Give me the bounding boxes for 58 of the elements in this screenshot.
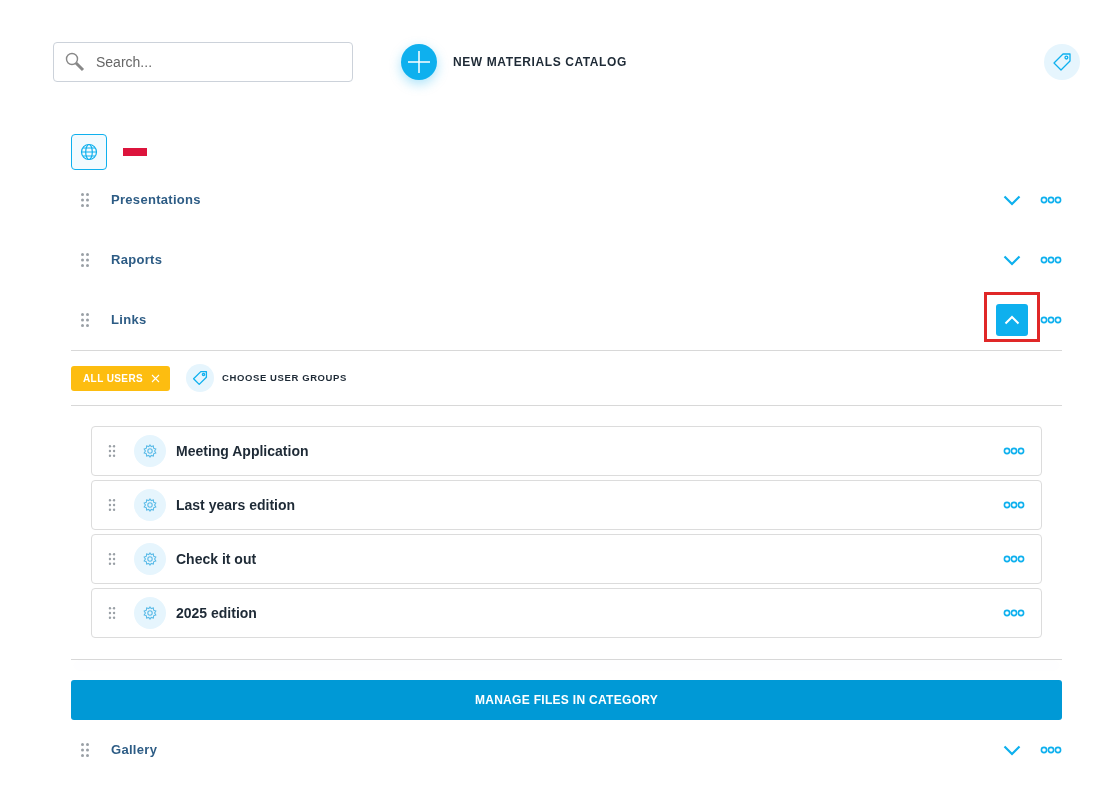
drag-handle-icon[interactable]: [81, 743, 89, 757]
more-options-button[interactable]: [1003, 501, 1025, 509]
choose-groups-button[interactable]: [186, 364, 215, 392]
language-button[interactable]: [71, 134, 107, 170]
ellipsis-icon: [1003, 555, 1025, 563]
link-item[interactable]: Meeting Application: [91, 426, 1042, 476]
new-catalog-link[interactable]: NEW MATERIALS CATALOG: [453, 53, 627, 71]
gear-glyph-icon: [143, 498, 157, 512]
globe-icon: [80, 143, 98, 161]
link-title: Check it out: [176, 549, 257, 569]
tag-icon: [1052, 52, 1072, 72]
gear-glyph-icon: [143, 606, 157, 620]
ellipsis-icon: [1003, 609, 1025, 617]
drag-handle-icon[interactable]: [108, 499, 116, 511]
link-item[interactable]: Check it out: [91, 534, 1042, 584]
chevron-down-icon: [1003, 194, 1021, 206]
drag-handle-icon[interactable]: [108, 607, 116, 619]
link-title: 2025 edition: [176, 603, 257, 623]
category-name: Raports: [111, 251, 163, 270]
tags-button[interactable]: [1044, 44, 1080, 80]
gear-glyph-icon: [143, 552, 157, 566]
more-options-button[interactable]: [1040, 196, 1062, 204]
choose-groups-link[interactable]: CHOOSE USER GROUPS: [222, 370, 347, 386]
more-options-button[interactable]: [1040, 746, 1062, 754]
more-options-button[interactable]: [1040, 316, 1062, 324]
link-title: Last years edition: [176, 495, 296, 515]
link-title: Meeting Application: [176, 441, 309, 461]
link-item[interactable]: 2025 edition: [91, 588, 1042, 638]
drag-handle-icon[interactable]: [81, 313, 89, 327]
chevron-down-icon: [1003, 744, 1021, 756]
plus-icon: [407, 50, 431, 74]
drag-handle-icon[interactable]: [108, 445, 116, 457]
category-name: Presentations: [111, 191, 201, 210]
more-options-button[interactable]: [1040, 256, 1062, 264]
ellipsis-icon: [1040, 256, 1062, 264]
chevron-up-icon: [1004, 315, 1020, 325]
collapse-button[interactable]: [996, 304, 1028, 336]
chevron-down-icon: [1003, 254, 1021, 266]
drag-handle-icon[interactable]: [108, 553, 116, 565]
ellipsis-icon: [1003, 447, 1025, 455]
ellipsis-icon: [1040, 316, 1062, 324]
more-options-button[interactable]: [1003, 555, 1025, 563]
drag-handle-icon[interactable]: [81, 253, 89, 267]
drag-handle-icon[interactable]: [81, 193, 89, 207]
link-item[interactable]: Last years edition: [91, 480, 1042, 530]
search-icon: [65, 52, 85, 72]
more-options-button[interactable]: [1003, 609, 1025, 617]
ellipsis-icon: [1040, 196, 1062, 204]
tag-icon: [192, 370, 209, 386]
ellipsis-icon: [1040, 746, 1062, 754]
gear-glyph-icon: [143, 444, 157, 458]
search-field[interactable]: Search...: [53, 42, 353, 82]
category-name: Links: [111, 311, 147, 330]
add-catalog-button[interactable]: [401, 44, 437, 80]
ellipsis-icon: [1003, 501, 1025, 509]
close-icon: [151, 373, 161, 383]
more-options-button[interactable]: [1003, 447, 1025, 455]
category-name: Gallery: [111, 741, 158, 760]
